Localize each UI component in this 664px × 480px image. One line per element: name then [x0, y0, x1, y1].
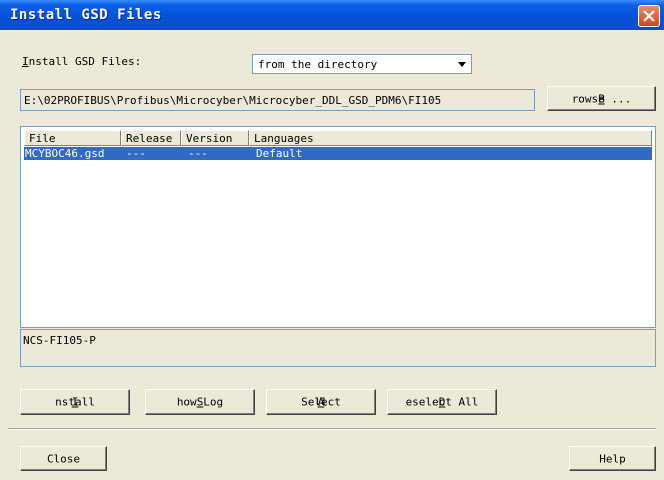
title-bar[interactable]: Install GSD Files: [0, 0, 664, 30]
column-header-file[interactable]: File: [24, 130, 121, 146]
gsd-info-box: NCS-FI105-P: [20, 329, 656, 367]
source-label-accel: I: [22, 55, 29, 68]
cell-release: ---: [126, 147, 146, 160]
column-header-languages[interactable]: Languages: [249, 130, 652, 146]
divider: [8, 428, 656, 430]
browse-button[interactable]: Browse ...: [547, 86, 656, 111]
column-header-version[interactable]: Version: [181, 130, 249, 146]
gsd-file-list[interactable]: File Release Version Languages MCYBOC46.…: [20, 126, 656, 328]
deselect-all-button[interactable]: Deselect All: [387, 389, 497, 415]
chevron-down-icon: [458, 62, 466, 67]
source-dropdown-value: from the directory: [258, 58, 378, 71]
select-all-button[interactable]: Select All: [266, 389, 376, 415]
close-button[interactable]: Close: [20, 446, 107, 471]
browse-label: rowse ...: [571, 92, 632, 105]
cell-languages: Default: [256, 147, 303, 160]
directory-path-value: E:\02PROFIBUS\Profibus\Microcyber\Microc…: [24, 94, 442, 107]
table-row[interactable]: MCYBOC46.gsd --- --- Default: [24, 147, 652, 160]
source-dropdown[interactable]: from the directory: [252, 54, 472, 74]
directory-path-field[interactable]: E:\02PROFIBUS\Profibus\Microcyber\Microc…: [20, 89, 535, 111]
cell-file: MCYBOC46.gsd: [25, 147, 105, 160]
help-button[interactable]: Help: [569, 446, 656, 471]
install-button[interactable]: Install: [20, 389, 130, 415]
window-title: Install GSD Files: [10, 7, 162, 23]
install-gsd-dialog: Install GSD Files Install GSD Files: fro…: [0, 0, 664, 480]
close-icon: [643, 10, 655, 22]
show-log-button[interactable]: Show Log: [145, 389, 255, 415]
gsd-info-text: NCS-FI105-P: [23, 334, 96, 347]
source-label-text: nstall GSD Files:: [28, 55, 142, 68]
column-header-release[interactable]: Release: [121, 130, 181, 146]
source-label: Install GSD Files:: [22, 55, 141, 68]
cell-version: ---: [188, 147, 208, 160]
close-window-button[interactable]: [638, 5, 660, 27]
